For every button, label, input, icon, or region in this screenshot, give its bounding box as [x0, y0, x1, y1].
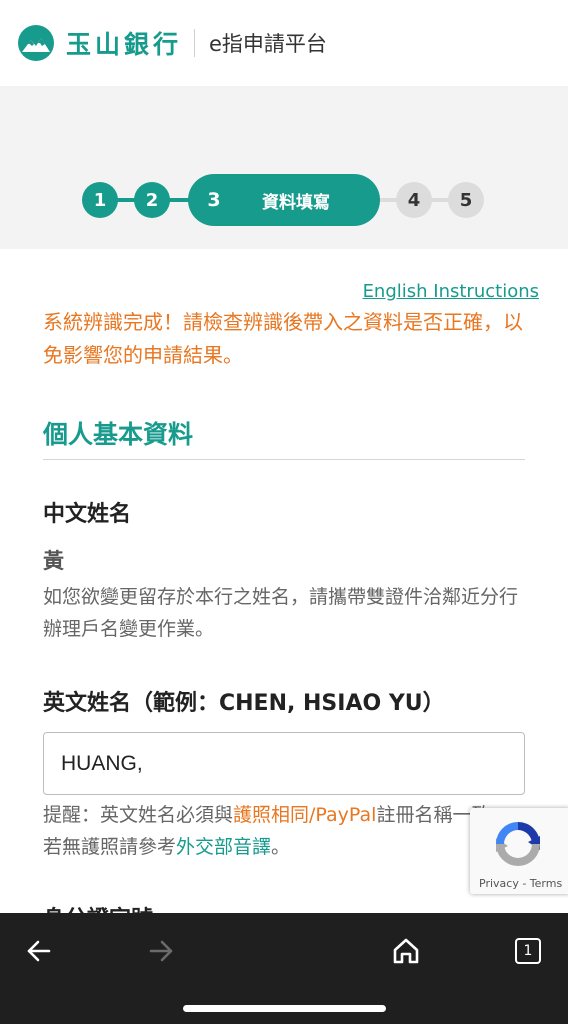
recaptcha-privacy-terms[interactable]: Privacy - Terms [479, 877, 562, 890]
chinese-name-hint: 如您欲變更留存於本行之姓名，請攜帶雙證件洽鄰近分行辦理戶名變更作業。 [43, 586, 519, 640]
recaptcha-icon [496, 822, 540, 866]
step-3-number: 3 [207, 189, 221, 211]
step-5: 5 [448, 182, 484, 218]
hint-text: 提醒：英文姓名必須與 [43, 804, 234, 826]
mountain-logo-icon[interactable] [18, 25, 54, 61]
section-title: 個人基本資料 [43, 420, 194, 449]
app-header: 玉山銀行 e指申請平台 [0, 0, 568, 86]
english-name-label: 英文姓名（範例：CHEN, HSIAO YU） [43, 691, 445, 716]
browser-bottom-bar: 1 [0, 913, 568, 1024]
hint-text: 。 [271, 836, 291, 858]
arrow-right-icon[interactable] [137, 927, 185, 975]
recognition-notice: 系統辨識完成！請檢查辨識後帶入之資料是否正確，以免影響您的申請結果。 [43, 310, 523, 367]
step-3-label: 資料填寫 [262, 192, 330, 213]
tab-count: 1 [515, 938, 541, 964]
tab-switcher-button[interactable]: 1 [504, 927, 552, 975]
progress-stepper: 1 2 3 資料填寫 4 5 [82, 174, 492, 226]
recaptcha-badge[interactable]: Privacy - Terms [470, 808, 568, 894]
header-divider [194, 29, 196, 57]
hint-highlight: 護照相同/PayPal [233, 804, 377, 826]
id-number-label: 身分證字號 [43, 901, 153, 913]
step-2: 2 [134, 182, 170, 218]
mofa-transliteration-link[interactable]: 外交部音譯 [176, 836, 271, 858]
step-4: 4 [396, 182, 432, 218]
section-divider [43, 459, 525, 460]
chinese-name-value: 黃 [43, 549, 64, 573]
platform-title: e指申請平台 [209, 32, 327, 56]
step-1: 1 [82, 182, 118, 218]
home-indicator[interactable] [183, 1005, 386, 1012]
home-icon[interactable] [382, 927, 430, 975]
english-name-hint: 提醒：英文姓名必須與護照相同/PayPal註冊名稱一致，若無護照請參考外交部音譯… [43, 799, 528, 863]
chinese-name-label: 中文姓名 [43, 502, 132, 527]
english-name-input[interactable]: HUANG, [43, 732, 525, 795]
step-3-active: 3 資料填寫 [188, 174, 380, 226]
arrow-left-icon[interactable] [15, 927, 63, 975]
english-instructions-link[interactable]: English Instructions [363, 281, 539, 302]
brand-name[interactable]: 玉山銀行 [66, 25, 182, 61]
